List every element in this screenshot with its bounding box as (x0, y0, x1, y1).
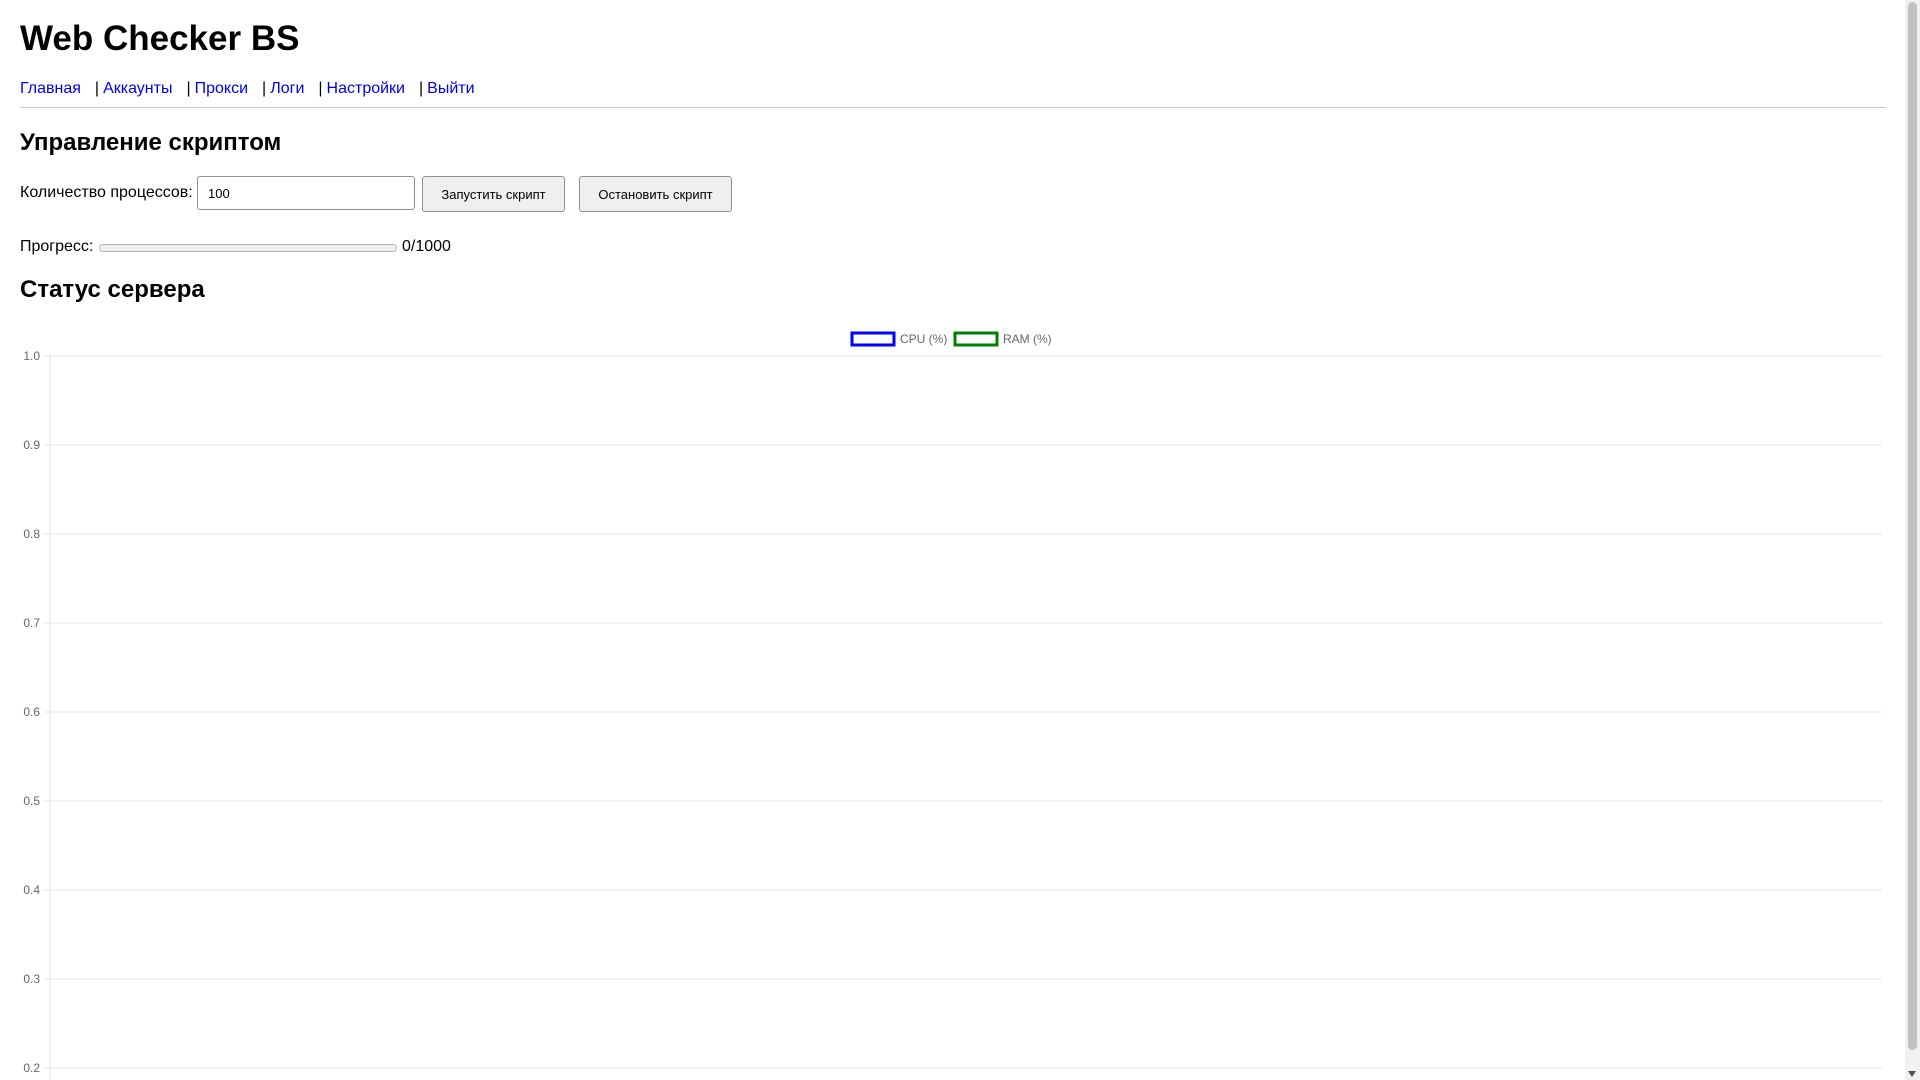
scrollbar-thumb[interactable] (1908, 2, 1917, 1050)
scroll-down-arrow-icon[interactable] (1908, 1071, 1916, 1077)
legend-swatch-cpu (850, 331, 896, 347)
legend-label-cpu: CPU (%) (900, 332, 947, 346)
server-status-chart: 1.0 0.9 0.8 0.7 0.6 0.5 0.4 0.3 0.2 CPU (%) RAM (%… (23, 331, 1882, 1080)
y-tick-label: 0.9 (23, 438, 40, 452)
y-tick-label: 0.7 (23, 616, 40, 630)
vertical-scrollbar[interactable] (1905, 0, 1920, 1080)
y-tick-label: 0.2 (23, 1061, 40, 1075)
legend-label-ram: RAM (%) (1003, 332, 1052, 346)
y-tick-label: 0.8 (23, 527, 40, 541)
y-tick-label: 0.5 (23, 794, 40, 808)
legend-swatch-ram (953, 331, 999, 347)
y-tick-label: 0.4 (23, 883, 40, 897)
y-tick-label: 1.0 (23, 349, 40, 363)
y-tick-label: 0.6 (23, 705, 40, 719)
y-tick-label: 0.3 (23, 972, 40, 986)
